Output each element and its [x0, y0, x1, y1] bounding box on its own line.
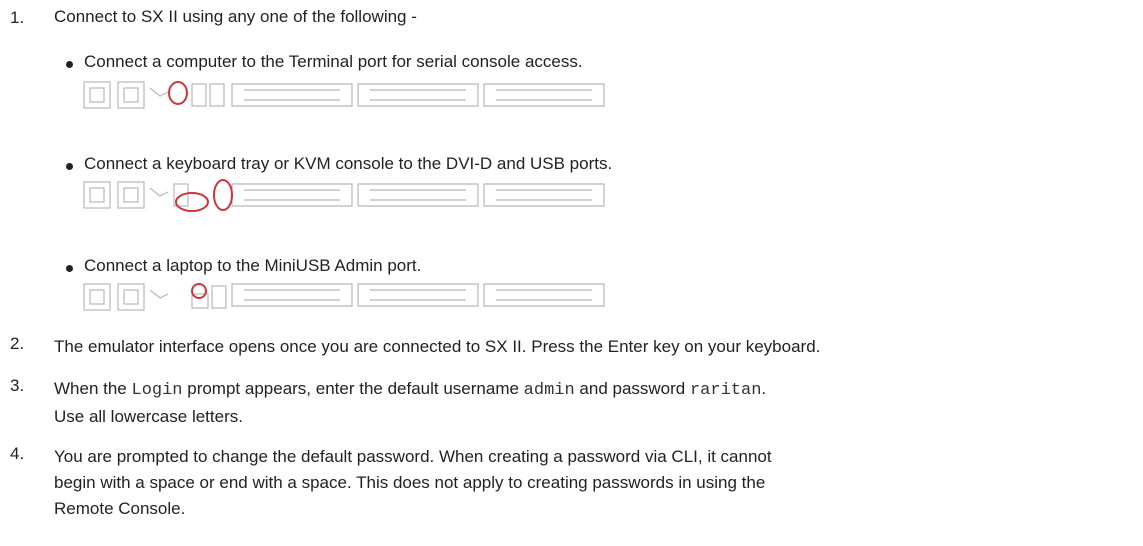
step-text: You are prompted to change the default p…	[54, 444, 772, 522]
highlight-circle	[168, 81, 188, 105]
step-text-line2: Use all lowercase letters.	[54, 407, 243, 426]
bullet-text: Connect a laptop to the MiniUSB Admin po…	[84, 256, 422, 275]
bullet-dot	[66, 61, 73, 68]
text-segment: When the	[54, 379, 132, 398]
highlight-circle	[175, 192, 209, 212]
highlight-circle	[191, 283, 207, 299]
step-text-line1: You are prompted to change the default p…	[54, 447, 772, 466]
step-number: 2.	[10, 334, 25, 353]
step-text: Connect to SX II using any one of the fo…	[54, 7, 417, 26]
code-login-prompt: Login	[131, 381, 183, 400]
step-text: The emulator interface opens once you ar…	[54, 337, 821, 356]
text-segment: prompt appears, enter the default userna…	[182, 379, 524, 398]
bullet-text: Connect a keyboard tray or KVM console t…	[84, 154, 613, 173]
bullet-dot	[66, 265, 73, 272]
step-number: 4.	[10, 444, 25, 463]
bullet-text: Connect a computer to the Terminal port …	[84, 52, 583, 71]
step-text-line2: begin with a space or end with a space. …	[54, 473, 766, 492]
step-text-line3: Remote Console.	[54, 499, 186, 518]
code-username: admin	[523, 381, 575, 400]
step-number: 1.	[10, 8, 25, 27]
step-text: When the Login prompt appears, enter the…	[54, 376, 766, 430]
device-diagram-dvi-usb-ports	[83, 179, 605, 212]
step-number: 3.	[10, 376, 25, 395]
bullet-dot	[66, 163, 73, 170]
device-diagram-miniusb-port	[83, 283, 605, 311]
device-diagram-terminal-port	[83, 81, 605, 109]
text-segment: and password	[574, 379, 690, 398]
code-password: raritan	[689, 381, 762, 400]
highlight-circle	[213, 179, 233, 211]
text-segment: .	[761, 379, 767, 398]
